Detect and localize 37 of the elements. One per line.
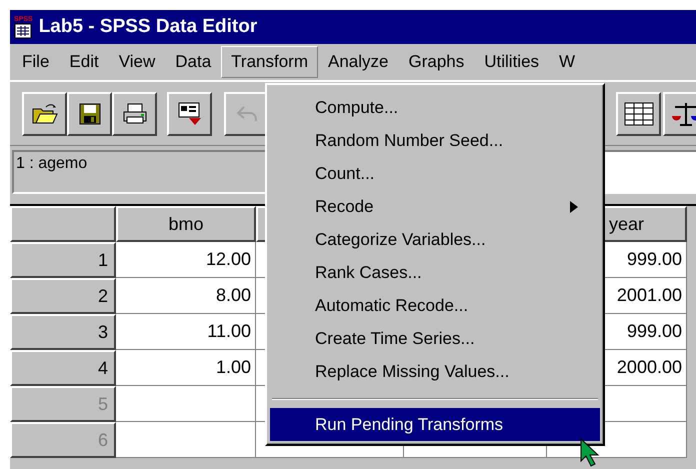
menu-item[interactable]: Graphs bbox=[398, 46, 474, 78]
table-cell[interactable]: 8.00 bbox=[116, 278, 256, 314]
row-header[interactable]: 1 bbox=[10, 242, 116, 278]
menu-item[interactable]: Edit bbox=[59, 46, 109, 78]
menu-item[interactable]: View bbox=[108, 46, 166, 78]
recall-button[interactable] bbox=[167, 92, 212, 136]
balance-scale-icon bbox=[670, 100, 696, 126]
scale-button[interactable] bbox=[663, 92, 696, 136]
print-button[interactable] bbox=[112, 92, 157, 136]
menu-item[interactable]: Compute... bbox=[270, 91, 600, 124]
menu-item[interactable]: W bbox=[549, 46, 586, 78]
grid-button[interactable] bbox=[616, 92, 661, 136]
row-header[interactable]: 3 bbox=[10, 314, 116, 350]
menu-item[interactable]: Utilities bbox=[474, 46, 550, 78]
printer-icon bbox=[122, 102, 148, 124]
table-cell[interactable] bbox=[116, 422, 256, 458]
row-header[interactable]: 4 bbox=[10, 350, 116, 386]
table-cell[interactable]: 11.00 bbox=[116, 314, 256, 350]
save-button[interactable] bbox=[67, 92, 112, 136]
submenu-arrow-icon bbox=[570, 200, 578, 212]
table-cell[interactable]: 12.00 bbox=[116, 242, 256, 278]
menu-item[interactable]: Transform bbox=[221, 46, 318, 78]
menu-item[interactable]: Analyze bbox=[318, 46, 398, 78]
table-icon bbox=[624, 102, 654, 126]
dialog-icon bbox=[176, 102, 202, 126]
undo-icon bbox=[236, 104, 258, 124]
window-title: Lab5 - SPSS Data Editor bbox=[38, 16, 258, 38]
cursor-icon bbox=[580, 438, 602, 468]
menu-item[interactable]: Data bbox=[165, 46, 222, 78]
menu-item[interactable]: File bbox=[12, 46, 60, 78]
table-cell[interactable]: 1.00 bbox=[116, 350, 256, 386]
table-cell[interactable] bbox=[116, 386, 256, 422]
column-header[interactable]: bmo bbox=[116, 206, 256, 242]
menu-item[interactable]: Run Pending Transforms bbox=[270, 408, 600, 441]
folder-icon bbox=[32, 102, 58, 124]
open-button[interactable] bbox=[22, 92, 67, 136]
row-header[interactable]: 2 bbox=[10, 278, 116, 314]
